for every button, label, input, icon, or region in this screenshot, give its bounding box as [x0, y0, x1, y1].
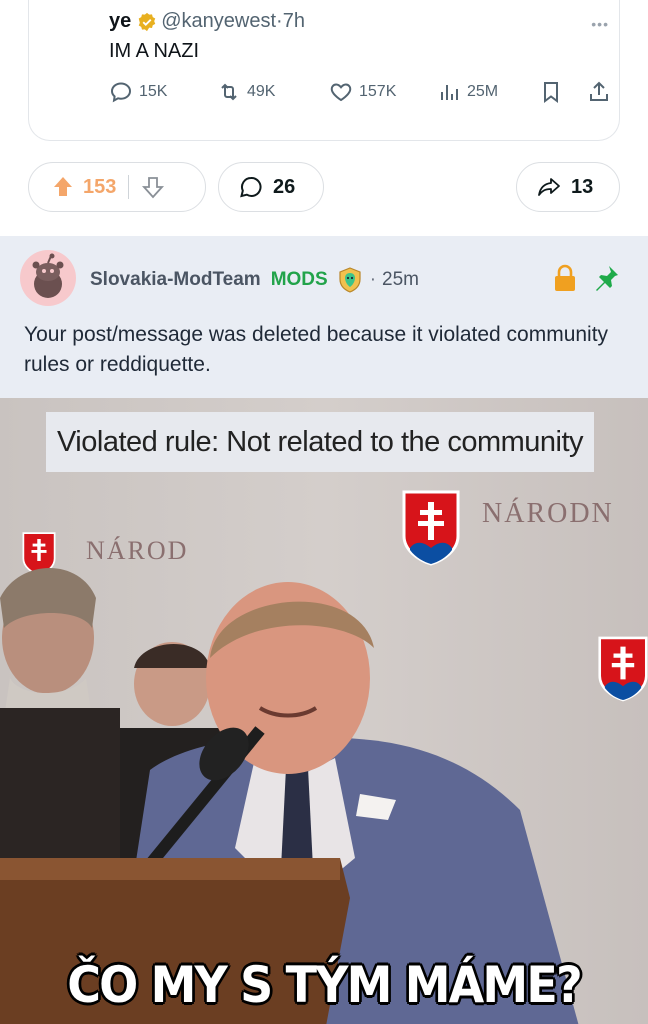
mod-shield-icon	[339, 267, 361, 293]
tweet-action-bar: 15K 49K 157K 25M	[109, 80, 629, 110]
share-button[interactable]: 13	[516, 162, 620, 212]
tweet-time: 7h	[282, 10, 305, 32]
like-count: 157K	[359, 83, 397, 100]
like-button[interactable]: 157K	[329, 80, 396, 104]
meme-image[interactable]: NÁRODN NÁROD Violated rule: Not related …	[0, 398, 648, 1024]
comment-icon	[240, 176, 262, 198]
upload-share-icon	[590, 81, 608, 101]
meme-bottom-caption: ČO MY S TÝM MÁME?	[67, 956, 582, 1014]
snoo-avatar-icon[interactable]	[20, 250, 76, 306]
bookmark-button[interactable]	[539, 80, 569, 104]
violated-rule-text: Violated rule: Not related to the commun…	[56, 425, 584, 458]
retweet-icon	[221, 83, 237, 101]
views-icon	[441, 85, 458, 100]
pin-icon	[596, 266, 618, 291]
tweet-author-name[interactable]: ye	[109, 10, 131, 33]
bookmark-icon	[544, 82, 558, 103]
tweet-handle[interactable]: @kanyewest	[161, 10, 276, 33]
tweet-dot: ·	[276, 10, 283, 32]
screen: ye @kanyewest · 7h ••• IM A NAZI 15K 49K…	[0, 0, 648, 1024]
reply-icon	[110, 82, 132, 103]
comments-button[interactable]: 26	[218, 162, 324, 212]
mod-comment-age: 25m	[382, 269, 419, 290]
tweet-header: ye @kanyewest · 7h	[109, 10, 305, 33]
verified-badge-icon	[139, 12, 156, 31]
mod-comment: Slovakia-ModTeam MODS · 25m Your post/me…	[0, 236, 648, 398]
share-tweet-button[interactable]	[587, 80, 617, 104]
mod-username[interactable]: Slovakia-ModTeam	[90, 269, 261, 291]
backdrop-lettering: NÁROD	[86, 536, 189, 565]
downvote-icon[interactable]	[141, 175, 165, 199]
heart-icon	[330, 83, 352, 102]
share-count: 13	[571, 175, 594, 198]
views-count: 25M	[467, 83, 499, 100]
mod-comment-body: Your post/message was deleted because it…	[24, 323, 609, 376]
mod-badge: MODS	[270, 269, 328, 290]
reply-button[interactable]: 15K	[109, 80, 167, 104]
vote-control: 153	[28, 162, 206, 212]
views-button[interactable]: 25M	[437, 80, 498, 104]
upvote-icon[interactable]	[51, 175, 75, 199]
more-horizontal-icon[interactable]: •••	[591, 16, 609, 32]
embedded-tweet-card[interactable]: ye @kanyewest · 7h ••• IM A NAZI 15K 49K…	[28, 0, 620, 141]
mod-comment-meta: Slovakia-ModTeam MODS · 25m	[90, 266, 419, 294]
speaker-scene	[0, 568, 579, 1024]
retweet-button[interactable]: 49K	[217, 80, 275, 104]
upvote-count: 153	[83, 175, 117, 198]
mod-dot: ·	[369, 269, 377, 290]
vote-divider	[128, 175, 130, 199]
lock-icon	[555, 264, 575, 291]
slovak-crest-icon	[402, 490, 460, 566]
share-arrow-icon	[538, 178, 560, 196]
tweet-text: IM A NAZI	[109, 40, 200, 62]
retweet-count: 49K	[247, 83, 276, 100]
violated-rule-caption: Violated rule: Not related to the commun…	[46, 412, 594, 472]
backdrop-lettering: NÁRODN	[482, 498, 614, 529]
comment-count: 26	[273, 175, 296, 198]
reply-count: 15K	[139, 83, 168, 100]
